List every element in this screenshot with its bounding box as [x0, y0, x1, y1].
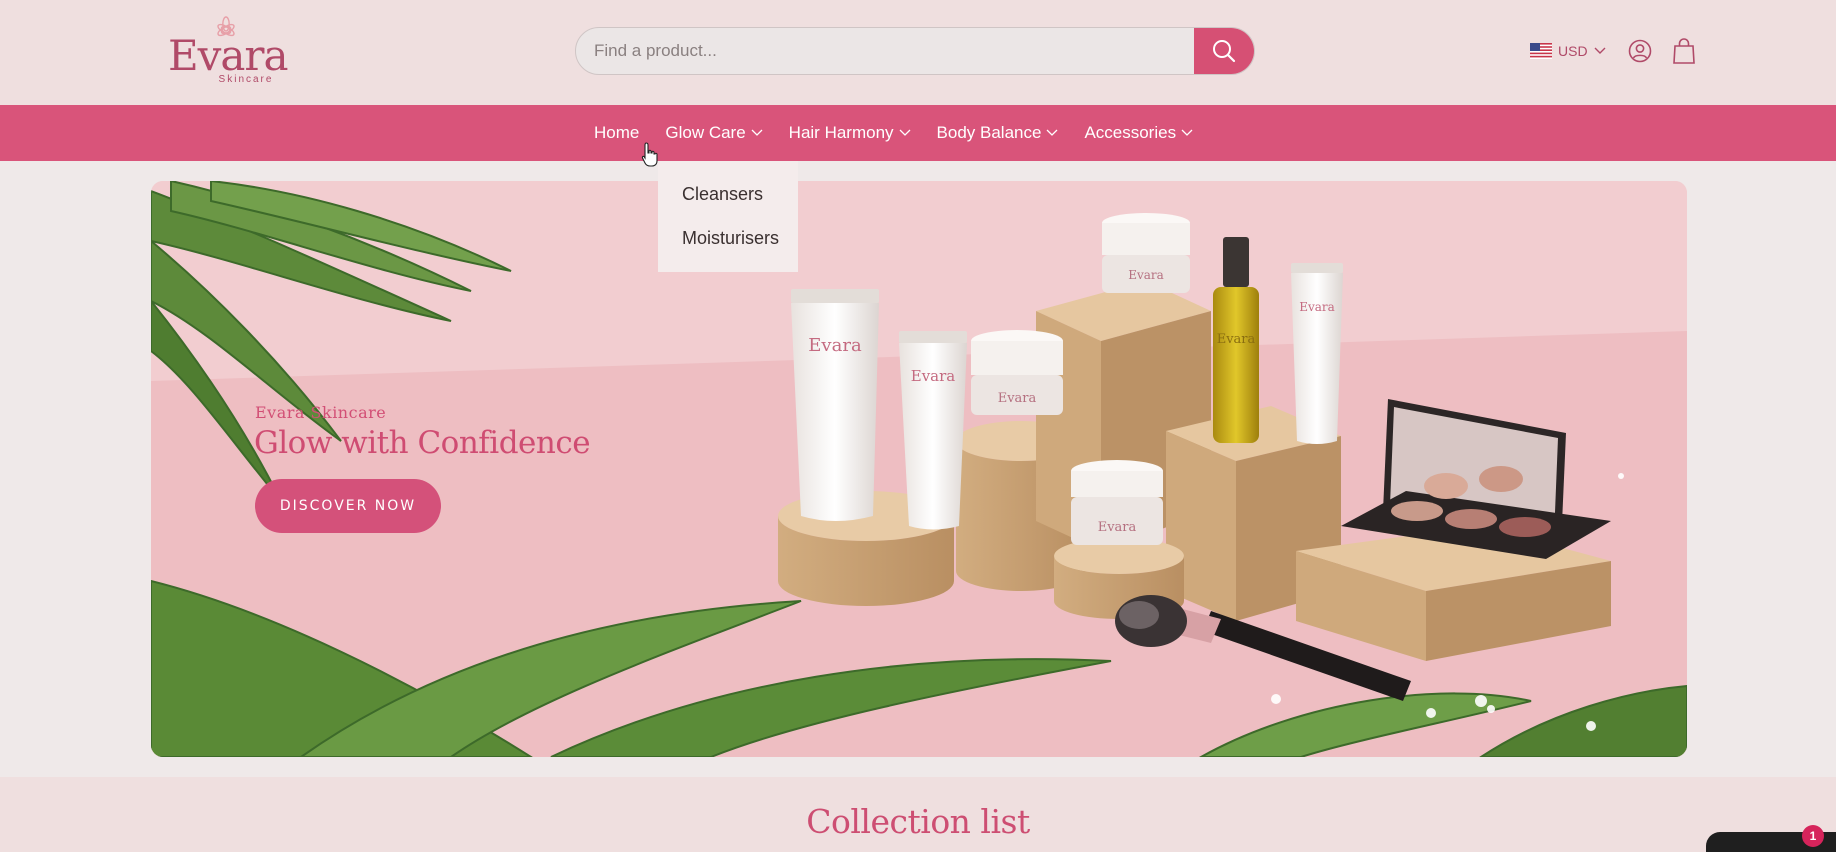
svg-text:Evara: Evara [808, 335, 862, 356]
chevron-down-icon [1181, 129, 1193, 136]
svg-text:Evara: Evara [1217, 332, 1256, 347]
site-header: Evara Skincare USD [0, 0, 1836, 105]
collection-section: Collection list [0, 777, 1836, 852]
glow-care-dropdown: Cleansers Moisturisers [658, 161, 798, 272]
nav-item-home[interactable]: Home [594, 123, 639, 143]
dropdown-item-moisturisers[interactable]: Moisturisers [658, 227, 798, 271]
hand-cursor-icon [641, 142, 658, 167]
chevron-down-icon [899, 129, 910, 136]
search-icon [1213, 40, 1236, 63]
collection-title: Collection list [806, 802, 1030, 841]
nav-item-hair-harmony[interactable]: Hair Harmony [789, 123, 911, 143]
header-actions: USD [1530, 36, 1696, 66]
hero-image: Evara Evara Evara Evara Evara Evara Evar… [151, 181, 1687, 757]
svg-text:Evara: Evara [1098, 520, 1137, 535]
nav-item-body-balance[interactable]: Body Balance [937, 123, 1059, 143]
hero-subtitle: Evara Skincare [255, 403, 387, 422]
nav-item-label: Accessories [1084, 123, 1177, 142]
nav-item-label: Home [594, 123, 640, 142]
shopping-bag-icon [1672, 38, 1695, 64]
hero-title: Glow with Confidence [254, 425, 591, 461]
chat-notification-badge: 1 [1802, 825, 1824, 847]
currency-selector[interactable]: USD [1530, 43, 1606, 59]
account-button[interactable] [1628, 39, 1652, 63]
hero-banner: Evara Evara Evara Evara Evara Evara Evar… [151, 181, 1687, 757]
svg-text:Evara: Evara [911, 367, 956, 385]
search-bar [575, 27, 1255, 75]
main-navigation: Home Glow Care Hair Harmony Body Balance… [0, 105, 1836, 161]
chevron-down-icon [751, 129, 763, 136]
discover-now-button[interactable]: DISCOVER NOW [255, 479, 441, 533]
svg-text:Evara: Evara [1299, 300, 1335, 314]
nav-item-label: Glow Care [665, 123, 746, 142]
chevron-down-icon [1046, 129, 1058, 136]
chevron-down-icon [1594, 47, 1606, 54]
currency-label: USD [1558, 43, 1588, 59]
user-account-icon [1628, 39, 1651, 63]
search-button[interactable] [1194, 28, 1254, 74]
nav-item-glow-care[interactable]: Glow Care [665, 123, 763, 143]
brand-name: Evara [168, 31, 289, 80]
brand-logo[interactable]: Evara Skincare [168, 16, 289, 86]
nav-item-accessories[interactable]: Accessories [1084, 123, 1193, 143]
nav-items: Home Glow Care Hair Harmony Body Balance… [594, 105, 1219, 161]
dropdown-item-cleansers[interactable]: Cleansers [658, 183, 798, 227]
svg-text:Evara: Evara [998, 391, 1037, 406]
nav-item-label: Body Balance [936, 123, 1042, 142]
us-flag-icon [1530, 43, 1552, 59]
svg-text:Evara: Evara [1128, 268, 1164, 282]
cart-button[interactable] [1672, 38, 1696, 64]
nav-item-label: Hair Harmony [788, 123, 894, 142]
search-input[interactable] [576, 28, 1196, 74]
